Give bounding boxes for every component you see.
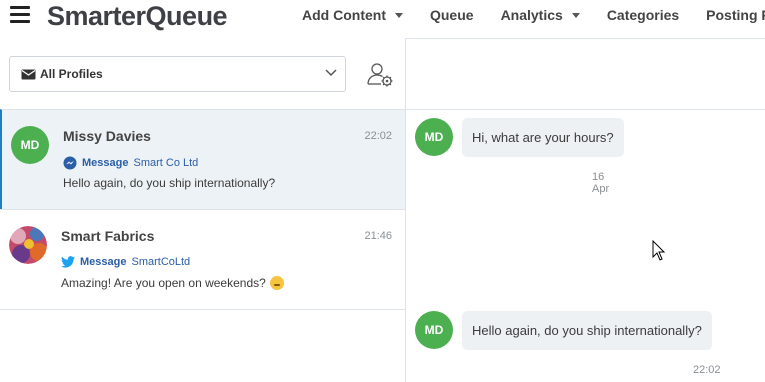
- conversation-item-smart-fabrics[interactable]: Smart Fabrics 21:46 Message SmartCoLtd A…: [0, 209, 405, 309]
- conversation-preview-text: Hello again, do you ship internationally…: [63, 176, 276, 190]
- nav-posting-plan-label: Posting Plan: [706, 7, 765, 23]
- nav-posting-plan[interactable]: Posting Plan: [706, 7, 765, 23]
- facebook-messenger-icon: [63, 156, 77, 170]
- account-name: Smart Co Ltd: [133, 157, 199, 169]
- profile-filter-value: All Profiles: [40, 67, 103, 81]
- message-timestamp: 16 Apr: [592, 171, 610, 195]
- envelope-icon: [21, 69, 36, 79]
- conversation-list-pane: All Profiles MD Missy Davies 22:02 Messa…: [0, 38, 406, 382]
- menu-icon[interactable]: [10, 6, 30, 24]
- top-navigation-bar: SmarterQueue Add Content Queue Analytics…: [0, 0, 765, 34]
- app-logo[interactable]: SmarterQueue: [47, 0, 228, 32]
- conversation-name: Missy Davies: [63, 128, 151, 144]
- account-name: SmartCoLtd: [131, 256, 191, 268]
- nav-queue-label: Queue: [429, 7, 474, 23]
- nav-add-content-label: Add Content: [302, 7, 386, 23]
- conversation-preview: Amazing! Are you open on weekends?: [61, 276, 284, 290]
- nav-categories-label: Categories: [606, 7, 680, 23]
- thinking-emoji-icon: [269, 276, 284, 290]
- thread-header-divider: [406, 109, 765, 110]
- conversation-time: 22:02: [364, 130, 392, 142]
- user-settings-icon[interactable]: [366, 62, 394, 88]
- conversation-time: 21:46: [364, 230, 392, 242]
- avatar: MD: [11, 126, 49, 164]
- chevron-down-icon: [394, 12, 403, 18]
- nav-analytics[interactable]: Analytics: [501, 7, 580, 23]
- avatar: MD: [415, 118, 453, 156]
- avatar: MD: [415, 311, 453, 349]
- main-nav: Add Content Queue Analytics Categories P…: [302, 7, 765, 23]
- mouse-cursor-icon: [652, 240, 666, 261]
- message-type-label: Message: [82, 157, 129, 169]
- chevron-down-icon: [571, 12, 580, 18]
- conversation-meta: Message Smart Co Ltd: [63, 156, 198, 170]
- nav-queue[interactable]: Queue: [430, 7, 474, 23]
- conversation-preview-text: Amazing! Are you open on weekends?: [61, 276, 266, 290]
- conversation-item-missy-davies[interactable]: MD Missy Davies 22:02 Message Smart Co L…: [0, 109, 405, 209]
- nav-analytics-label: Analytics: [500, 7, 563, 23]
- twitter-icon: [61, 256, 75, 268]
- profile-filter-select[interactable]: All Profiles: [9, 56, 346, 92]
- nav-categories[interactable]: Categories: [607, 7, 679, 23]
- avatar: [9, 226, 47, 264]
- message-type-label: Message: [80, 256, 127, 268]
- message-bubble: Hi, what are your hours?: [462, 118, 624, 157]
- chevron-down-icon: [325, 69, 337, 77]
- conversation-meta: Message SmartCoLtd: [61, 256, 190, 268]
- message-bubble: Hello again, do you ship internationally…: [462, 311, 712, 350]
- nav-add-content[interactable]: Add Content: [302, 7, 403, 23]
- list-divider: [0, 309, 405, 310]
- conversation-name: Smart Fabrics: [61, 228, 155, 244]
- conversation-preview: Hello again, do you ship internationally…: [63, 176, 275, 190]
- message-timestamp: 22:02: [693, 364, 721, 376]
